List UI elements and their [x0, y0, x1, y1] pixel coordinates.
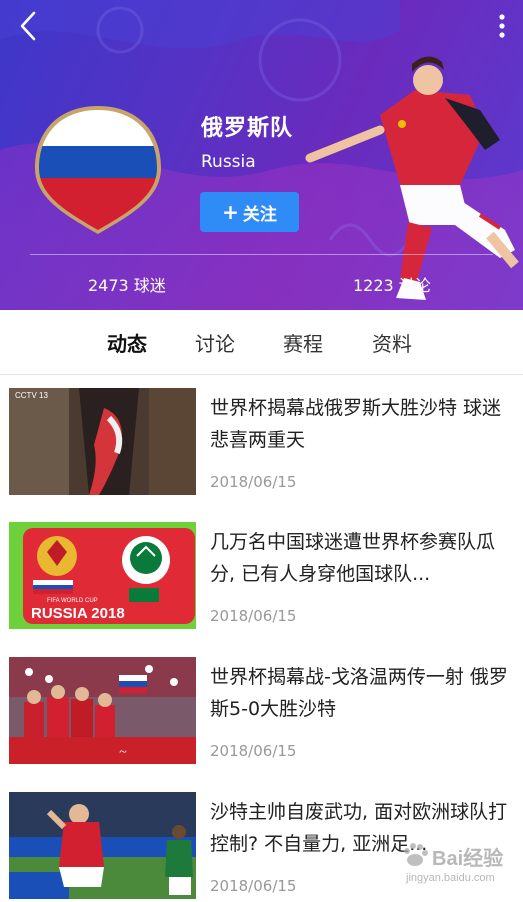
back-button[interactable] [10, 6, 46, 46]
plus-icon: + [222, 200, 239, 224]
team-name-english: Russia [201, 152, 256, 172]
news-thumbnail: ~ [9, 657, 196, 764]
header-divider [30, 254, 493, 255]
news-date: 2018/06/15 [210, 607, 297, 625]
team-flag-badge [35, 106, 161, 234]
team-header: 俄罗斯队 Russia + 关注 2473 球迷 1223 讨论 [0, 0, 523, 310]
chevron-left-icon [20, 11, 36, 41]
watermark-url: jingyan.baidu.com [406, 872, 495, 884]
news-title: 世界杯揭幕战俄罗斯大胜沙特 球迷悲喜两重天 [210, 397, 502, 451]
thumb-russia-label: RUSSIA 2018 [31, 605, 125, 622]
news-thumbnail [9, 792, 196, 899]
news-thumbnail: RUSSIA 2018 FIFA WORLD CUP [9, 522, 196, 629]
follow-label: 关注 [242, 204, 277, 225]
news-date: 2018/06/15 [210, 742, 297, 760]
news-item[interactable]: RUSSIA 2018 FIFA WORLD CUP 几万名中国球迷遭世界杯参赛… [0, 522, 523, 657]
tab-bar: 动态 讨论 赛程 资料 [0, 310, 523, 375]
watermark-text: Bai经验 [432, 848, 504, 870]
thumb-wc-label: FIFA WORLD CUP [47, 598, 98, 604]
thumb-channel-label: CCTV 13 [15, 391, 48, 400]
news-date: 2018/06/15 [210, 473, 297, 491]
follow-button[interactable]: + 关注 [200, 192, 299, 232]
tab-discussion[interactable]: 讨论 [195, 328, 235, 357]
news-title: 世界杯揭幕战-戈洛温两传一射 俄罗斯5-0大胜沙特 [210, 666, 508, 720]
svg-text:~: ~ [119, 745, 127, 760]
fans-count[interactable]: 2473 球迷 [88, 272, 166, 296]
news-date: 2018/06/15 [210, 877, 297, 895]
tab-profile[interactable]: 资料 [372, 328, 412, 357]
news-item[interactable]: CCTV 13 世界杯揭幕战俄罗斯大胜沙特 球迷悲喜两重天 2018/06/15 [0, 388, 523, 523]
more-vertical-icon [499, 14, 505, 38]
paw-icon [404, 843, 428, 866]
tab-feed[interactable]: 动态 [107, 328, 147, 357]
baidu-watermark: Bai经验 jingyan.baidu.com [398, 838, 518, 898]
team-name: 俄罗斯队 [201, 116, 294, 141]
tab-schedule[interactable]: 赛程 [283, 328, 323, 357]
news-thumbnail: CCTV 13 [9, 388, 196, 495]
more-button[interactable] [486, 8, 518, 44]
discussion-count[interactable]: 1223 讨论 [353, 272, 431, 296]
news-item[interactable]: ~ 世界杯揭幕战-戈洛温两传一射 俄罗斯5-0大胜沙特 2018/06/15 [0, 657, 523, 792]
news-title: 几万名中国球迷遭世界杯参赛队瓜分, 已有人身穿他国球队... [210, 531, 496, 585]
